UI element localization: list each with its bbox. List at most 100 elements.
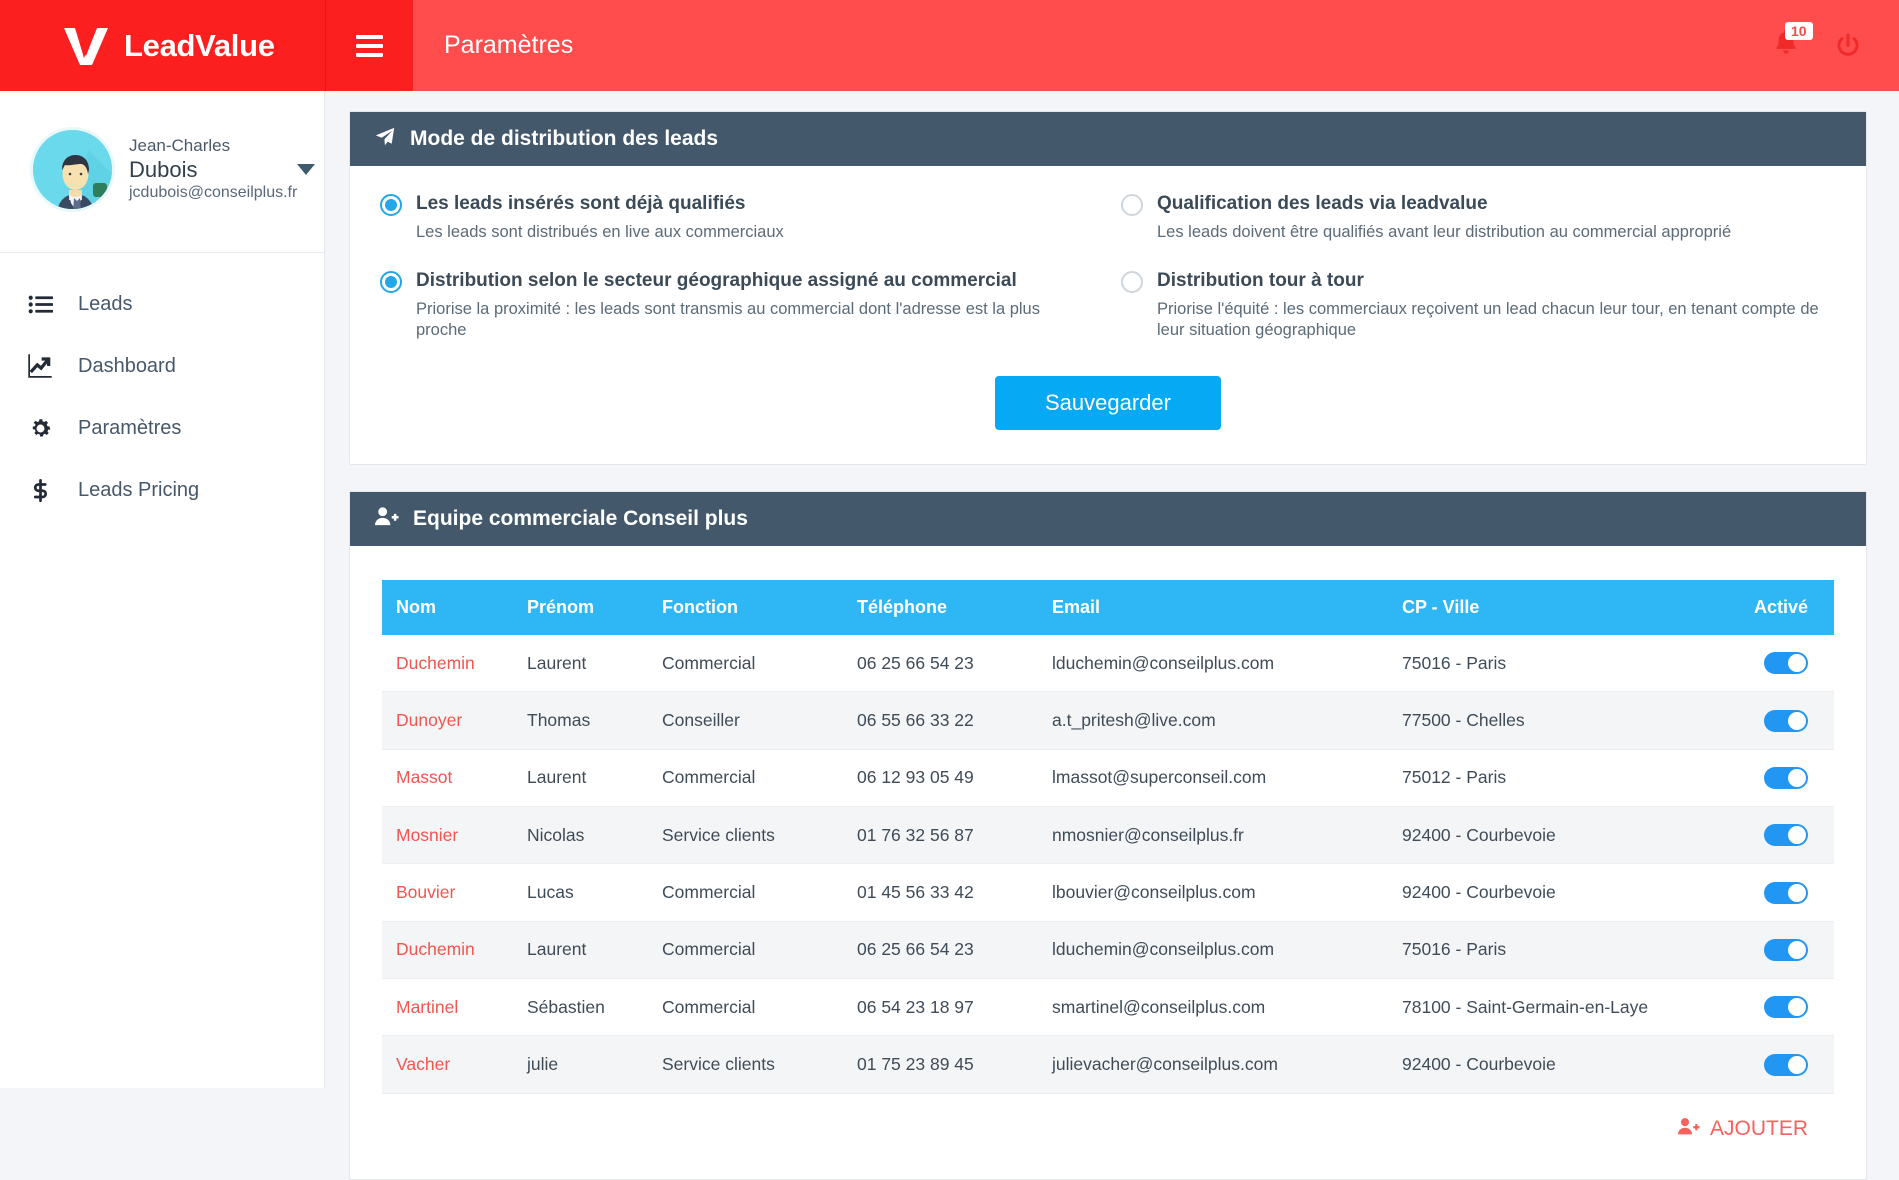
radio-icon[interactable]	[1121, 194, 1143, 216]
team-table: Nom Prénom Fonction Téléphone Email CP -…	[382, 579, 1834, 1094]
cell-email: nmosnier@conseilplus.fr	[1052, 806, 1402, 865]
cell-email: lbouvier@conseilplus.com	[1052, 863, 1402, 922]
radio-option-round-robin[interactable]: Distribution tour à tour Priorise l'équi…	[1121, 269, 1836, 342]
active-toggle[interactable]	[1764, 881, 1808, 904]
brand-logo-area[interactable]: LeadValue	[0, 0, 325, 91]
cell-active	[1731, 921, 1834, 980]
bell-icon	[1771, 29, 1801, 62]
caret-down-icon[interactable]	[297, 164, 316, 175]
table-row[interactable]: Duchemin Laurent Commercial 06 25 66 54 23 l…	[382, 634, 1834, 693]
user-profile[interactable]: Jean-Charles Dubois jcdubois@conseilplus…	[0, 91, 324, 253]
cell-cp-ville: 75016 - Paris	[1402, 634, 1732, 693]
add-user-button[interactable]: AJOUTER	[1677, 1116, 1808, 1143]
radio-option-pre-qualified[interactable]: Les leads insérés sont déjà qualifiés Le…	[380, 192, 1095, 243]
sidebar-item-leads-pricing[interactable]: Leads Pricing	[0, 459, 324, 521]
radio-option-title: Distribution selon le secteur géographiq…	[416, 270, 1017, 292]
table-row[interactable]: Martinel Sébastien Commercial 06 54 23 18 9…	[382, 978, 1834, 1037]
table-header-row: Nom Prénom Fonction Téléphone Email CP -…	[382, 579, 1834, 635]
cell-email: julievacher@conseilplus.com	[1052, 1035, 1402, 1094]
cell-fonction: Conseiller	[662, 691, 857, 750]
cell-active	[1731, 978, 1834, 1037]
radio-icon[interactable]	[380, 271, 402, 294]
radio-option-desc: Priorise l'équité : les commerciaux reço…	[1157, 299, 1819, 340]
cell-cp-ville: 92400 - Courbevoie	[1402, 1035, 1732, 1094]
logout-button[interactable]	[1833, 31, 1863, 61]
table-row[interactable]: Massot Laurent Commercial 06 12 93 05 49 lma…	[382, 749, 1834, 807]
chart-line-icon	[18, 353, 62, 379]
cell-nom: Martinel	[382, 978, 527, 1037]
table-row[interactable]: Duchemin Laurent Commercial 06 25 66 54 23 l…	[382, 921, 1834, 980]
cell-active	[1731, 749, 1834, 807]
add-user-label: AJOUTER	[1709, 1117, 1808, 1141]
cell-cp-ville: 77500 - Chelles	[1402, 691, 1732, 750]
profile-first-name: Jean-Charles	[129, 136, 231, 156]
column-header-active[interactable]: Activé	[1731, 579, 1834, 635]
menu-toggle-button[interactable]	[325, 0, 413, 91]
active-toggle[interactable]	[1764, 939, 1808, 962]
table-row[interactable]: Dunoyer Thomas Conseiller 06 55 66 33 22 a.t…	[382, 691, 1834, 750]
column-header-email[interactable]: Email	[1052, 579, 1402, 635]
page-title: Paramètres	[444, 31, 574, 59]
radio-icon[interactable]	[380, 194, 402, 216]
cell-cp-ville: 92400 - Courbevoie	[1402, 863, 1732, 922]
cell-nom: Duchemin	[382, 921, 527, 980]
cell-prenom: Lucas	[527, 863, 662, 922]
team-panel-header: Equipe commerciale Conseil plus	[350, 491, 1866, 546]
radio-option-title: Les leads insérés sont déjà qualifiés	[416, 193, 746, 214]
cell-email: a.t_pritesh@live.com	[1052, 691, 1402, 750]
table-row[interactable]: Mosnier Nicolas Service clients 01 76 32 56…	[382, 806, 1834, 865]
leadvalue-v-logo-icon	[62, 25, 110, 67]
column-header-nom[interactable]: Nom	[382, 579, 527, 635]
cell-telephone: 01 45 56 33 42	[857, 863, 1052, 922]
distribution-options: Les leads insérés sont déjà qualifiés Le…	[350, 166, 1866, 464]
active-toggle[interactable]	[1764, 996, 1808, 1019]
profile-email: jcdubois@conseilplus.fr	[129, 184, 298, 202]
sidebar-item-label: Leads	[78, 292, 133, 315]
cell-active	[1731, 863, 1834, 922]
hamburger-icon	[356, 30, 383, 62]
table-row[interactable]: Vacher julie Service clients 01 75 23 89 45…	[382, 1035, 1834, 1094]
column-header-prenom[interactable]: Prénom	[527, 579, 662, 635]
cell-email: lmassot@superconseil.com	[1052, 749, 1402, 807]
sidebar: Jean-Charles Dubois jcdubois@conseilplus…	[0, 91, 325, 1088]
radio-option-desc: Priorise la proximité : les leads sont t…	[416, 299, 1040, 340]
cell-fonction: Commercial	[662, 749, 857, 807]
cell-prenom: julie	[527, 1035, 662, 1094]
cell-active	[1731, 634, 1834, 693]
column-header-fonction[interactable]: Fonction	[662, 579, 857, 635]
column-header-cp-ville[interactable]: CP - Ville	[1402, 579, 1732, 635]
panel-title: Equipe commerciale Conseil plus	[413, 506, 748, 530]
cell-prenom: Laurent	[527, 749, 662, 807]
active-toggle[interactable]	[1764, 652, 1808, 675]
cell-nom: Bouvier	[382, 863, 527, 922]
notification-badge: 10	[1785, 21, 1813, 40]
notifications-button[interactable]: 10	[1771, 21, 1813, 66]
radio-option-title: Distribution tour à tour	[1157, 270, 1364, 292]
radio-icon[interactable]	[1121, 271, 1143, 294]
radio-option-geographic[interactable]: Distribution selon le secteur géographiq…	[380, 269, 1095, 342]
save-button[interactable]: Sauvegarder	[995, 375, 1221, 430]
cell-email: smartinel@conseilplus.com	[1052, 978, 1402, 1037]
active-toggle[interactable]	[1764, 1053, 1808, 1076]
cell-fonction: Service clients	[662, 806, 857, 865]
cell-fonction: Commercial	[662, 863, 857, 922]
active-toggle[interactable]	[1764, 824, 1808, 847]
sidebar-item-dashboard[interactable]: Dashboard	[0, 335, 324, 397]
cell-nom: Duchemin	[382, 634, 527, 693]
cell-telephone: 06 12 93 05 49	[857, 749, 1052, 807]
cell-prenom: Sébastien	[527, 978, 662, 1037]
cell-telephone: 01 75 23 89 45	[857, 1035, 1052, 1094]
radio-option-qualification-leadvalue[interactable]: Qualification des leads via leadvalue Le…	[1121, 192, 1836, 243]
table-row[interactable]: Bouvier Lucas Commercial 01 45 56 33 42 lbou…	[382, 863, 1834, 922]
active-toggle[interactable]	[1764, 766, 1808, 789]
team-panel: Equipe commerciale Conseil plus Nom Prén…	[349, 490, 1867, 1180]
sidebar-item-parametres[interactable]: Paramètres	[0, 397, 324, 459]
column-header-telephone[interactable]: Téléphone	[857, 579, 1052, 635]
cell-active	[1731, 806, 1834, 865]
cell-fonction: Commercial	[662, 921, 857, 980]
cell-cp-ville: 92400 - Courbevoie	[1402, 806, 1732, 865]
cell-email: lduchemin@conseilplus.com	[1052, 634, 1402, 693]
sidebar-item-leads[interactable]: Leads	[0, 273, 324, 335]
active-toggle[interactable]	[1764, 709, 1808, 732]
cell-fonction: Commercial	[662, 634, 857, 693]
